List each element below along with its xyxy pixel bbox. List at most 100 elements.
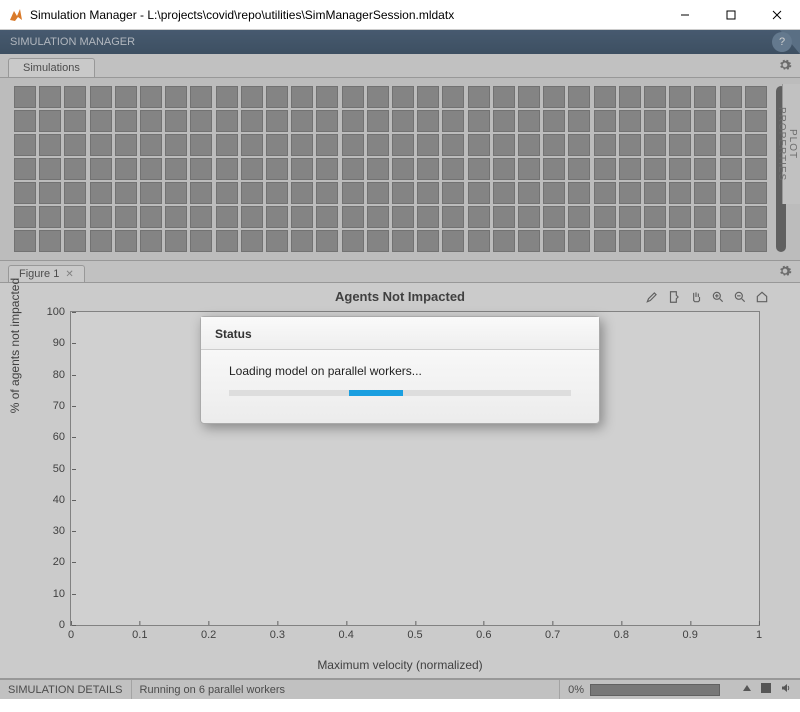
sim-cell[interactable] [745,230,767,252]
stop-icon[interactable] [760,682,772,697]
sim-cell[interactable] [266,158,288,180]
sim-cell[interactable] [64,230,86,252]
sim-cell[interactable] [543,110,565,132]
sim-cell[interactable] [468,206,490,228]
sim-cell[interactable] [442,86,464,108]
sim-cell[interactable] [644,182,666,204]
sim-cell[interactable] [367,206,389,228]
sim-cell[interactable] [745,110,767,132]
sim-cell[interactable] [39,110,61,132]
sim-cell[interactable] [14,182,36,204]
sim-cell[interactable] [644,86,666,108]
sim-cell[interactable] [745,86,767,108]
sim-cell[interactable] [316,110,338,132]
sim-cell[interactable] [140,182,162,204]
sim-cell[interactable] [316,134,338,156]
sim-cell[interactable] [568,230,590,252]
sim-cell[interactable] [468,182,490,204]
sim-cell[interactable] [468,134,490,156]
sim-cell[interactable] [90,230,112,252]
sim-cell[interactable] [518,134,540,156]
sim-cell[interactable] [115,158,137,180]
sim-cell[interactable] [594,230,616,252]
sim-cell[interactable] [468,110,490,132]
sim-cell[interactable] [90,110,112,132]
sim-cell[interactable] [619,230,641,252]
sim-cell[interactable] [342,110,364,132]
sim-cell[interactable] [115,134,137,156]
sim-cell[interactable] [190,206,212,228]
sim-cell[interactable] [493,110,515,132]
sim-cell[interactable] [216,182,238,204]
sim-cell[interactable] [140,134,162,156]
sim-cell[interactable] [216,134,238,156]
sim-cell[interactable] [442,134,464,156]
sim-cell[interactable] [115,182,137,204]
sim-cell[interactable] [468,86,490,108]
sim-cell[interactable] [115,230,137,252]
sim-cell[interactable] [140,110,162,132]
sim-cell[interactable] [342,206,364,228]
sim-cell[interactable] [190,182,212,204]
sim-cell[interactable] [417,206,439,228]
sim-cell[interactable] [165,182,187,204]
sim-cell[interactable] [669,86,691,108]
sim-cell[interactable] [493,134,515,156]
sim-cell[interactable] [14,206,36,228]
sim-cell[interactable] [367,110,389,132]
sim-cell[interactable] [39,86,61,108]
sim-cell[interactable] [619,134,641,156]
sim-cell[interactable] [266,134,288,156]
sim-cell[interactable] [442,110,464,132]
sim-cell[interactable] [140,158,162,180]
sim-cell[interactable] [64,86,86,108]
sim-cell[interactable] [644,158,666,180]
sim-cell[interactable] [493,230,515,252]
sim-cell[interactable] [720,206,742,228]
sim-cell[interactable] [568,110,590,132]
sim-cell[interactable] [594,86,616,108]
sim-cell[interactable] [266,206,288,228]
figure-tab-close-icon[interactable]: ✕ [65,269,73,280]
maximize-button[interactable] [708,0,754,30]
sim-cell[interactable] [745,182,767,204]
sim-cell[interactable] [367,134,389,156]
sim-cell[interactable] [417,158,439,180]
sim-cell[interactable] [669,182,691,204]
sim-cell[interactable] [140,230,162,252]
sim-cell[interactable] [316,182,338,204]
sim-cell[interactable] [619,110,641,132]
sim-cell[interactable] [745,158,767,180]
sim-cell[interactable] [115,110,137,132]
sim-cell[interactable] [644,206,666,228]
sim-cell[interactable] [316,206,338,228]
sim-cell[interactable] [14,86,36,108]
sim-cell[interactable] [417,230,439,252]
simulations-grid[interactable] [14,86,768,252]
sim-cell[interactable] [619,86,641,108]
sim-cell[interactable] [241,158,263,180]
sim-cell[interactable] [568,134,590,156]
sim-cell[interactable] [14,110,36,132]
sim-cell[interactable] [216,206,238,228]
sim-cell[interactable] [190,230,212,252]
sim-cell[interactable] [493,86,515,108]
sim-cell[interactable] [442,206,464,228]
sim-cell[interactable] [165,86,187,108]
sim-cell[interactable] [694,134,716,156]
sim-cell[interactable] [518,230,540,252]
sim-cell[interactable] [594,158,616,180]
sim-cell[interactable] [165,230,187,252]
sim-cell[interactable] [342,182,364,204]
sim-cell[interactable] [64,134,86,156]
sim-cell[interactable] [90,86,112,108]
sim-cell[interactable] [493,182,515,204]
sim-cell[interactable] [342,134,364,156]
sim-cell[interactable] [568,158,590,180]
ribbon-tab-simmanager[interactable]: SIMULATION MANAGER [10,36,135,48]
sim-cell[interactable] [140,206,162,228]
sim-cell[interactable] [216,158,238,180]
sim-cell[interactable] [39,230,61,252]
sim-cell[interactable] [115,206,137,228]
tab-simulations[interactable]: Simulations [8,58,95,77]
